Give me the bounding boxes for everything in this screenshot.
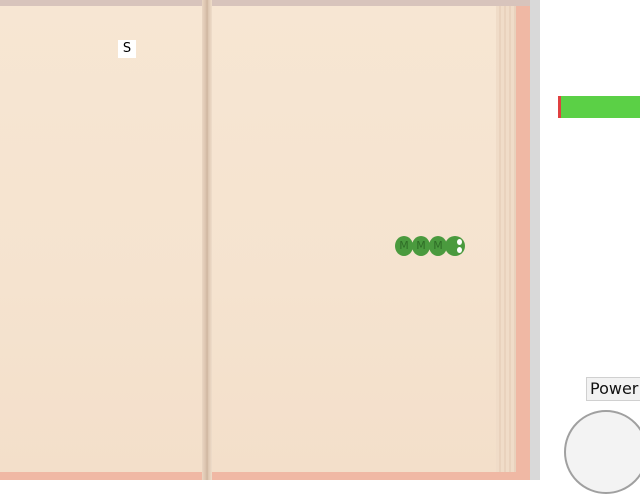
power-label: Power: [586, 377, 640, 401]
game-board: S M M M: [0, 0, 540, 480]
power-button[interactable]: [564, 410, 640, 494]
health-bar: [558, 96, 640, 118]
book-gutter: [202, 0, 212, 480]
board-right-border: [530, 0, 540, 480]
left-page: [0, 6, 206, 472]
page-edges: [496, 6, 516, 472]
snake-eye-icon: [457, 239, 462, 245]
snake-head: [445, 236, 465, 256]
health-bar-fill: [561, 96, 640, 118]
snake-segment: M: [395, 236, 413, 256]
snake: M M M: [395, 236, 469, 256]
snake-eye-icon: [457, 247, 462, 253]
start-marker: S: [118, 40, 136, 58]
snake-segment: M: [412, 236, 430, 256]
